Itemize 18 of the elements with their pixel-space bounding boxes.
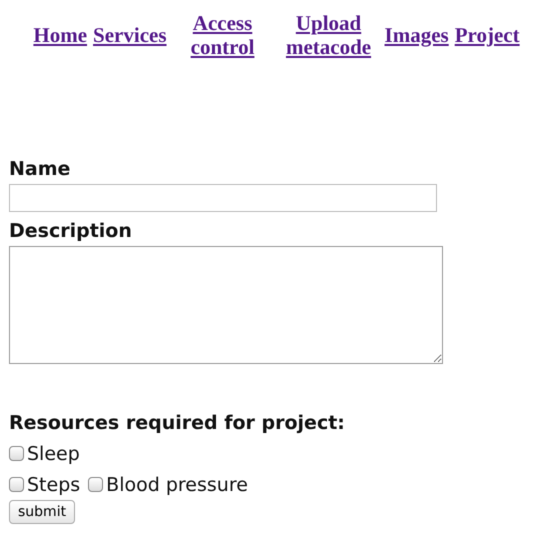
checkbox-label: Sleep	[27, 442, 80, 464]
checkbox-label: Blood pressure	[106, 474, 248, 496]
submit-button[interactable]: submit	[9, 500, 76, 524]
field-label: Name	[9, 157, 70, 182]
name-field[interactable]	[9, 184, 437, 212]
nav-link[interactable]: Upload metacode	[278, 11, 379, 59]
nav-link[interactable]: Access control	[172, 11, 273, 59]
checkbox-label: Steps	[27, 474, 80, 496]
description-field[interactable]	[9, 246, 443, 364]
checkbox[interactable]	[88, 477, 104, 492]
nav-link[interactable]: Images	[384, 23, 449, 47]
checkbox[interactable]	[9, 477, 24, 492]
field-label: Resources required for project:	[9, 411, 345, 436]
nav-link[interactable]: Services	[93, 23, 167, 47]
nav-link[interactable]: Home	[33, 23, 88, 47]
field-label: Description	[9, 219, 132, 244]
checkbox[interactable]	[9, 446, 24, 461]
nav-link[interactable]: Project	[454, 23, 520, 47]
